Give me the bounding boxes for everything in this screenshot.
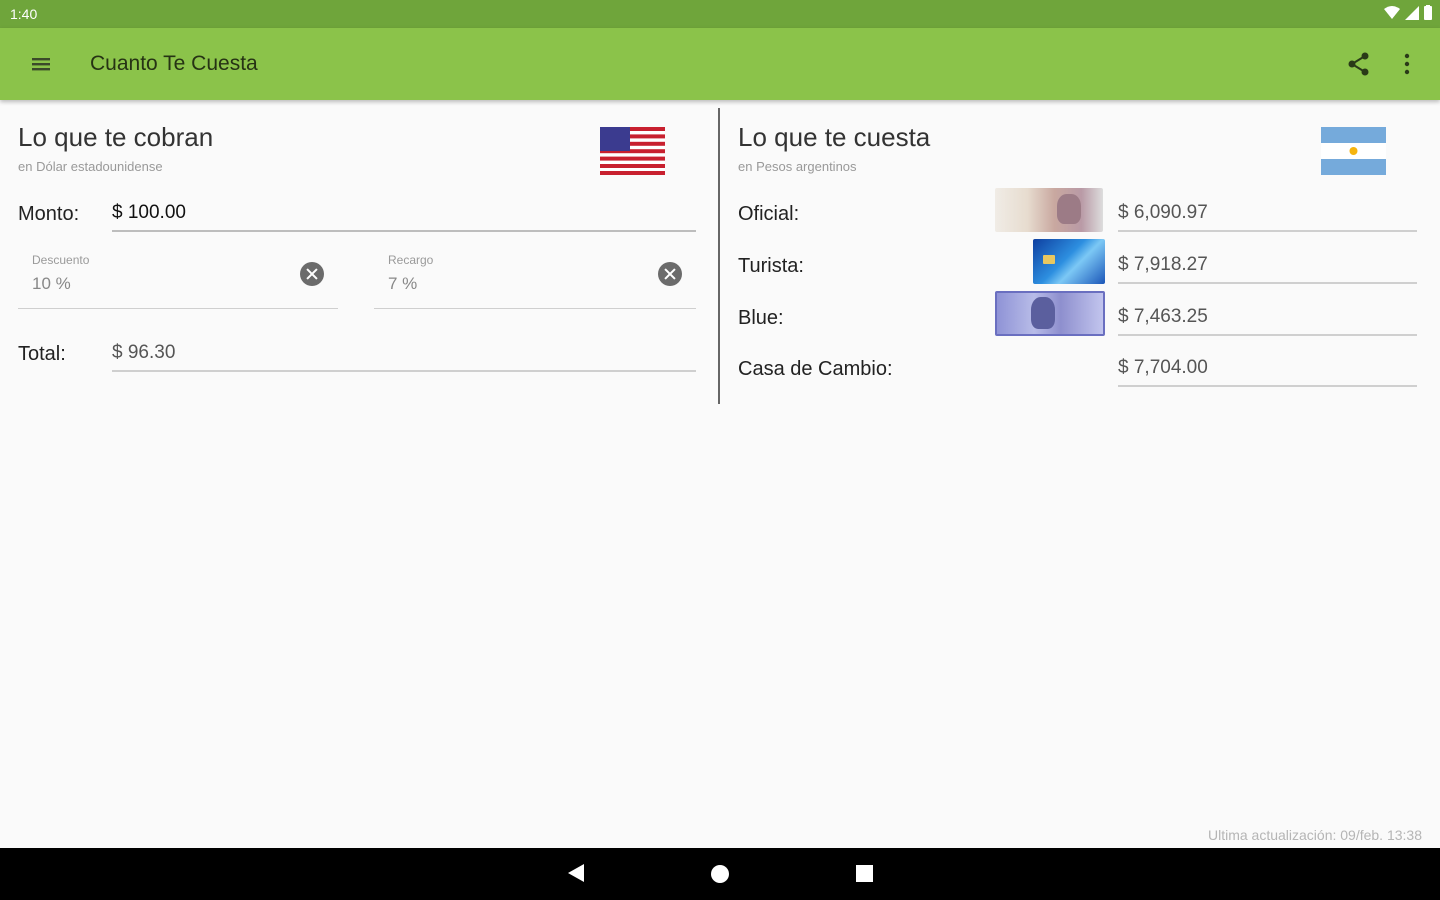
right-panel-subtitle: en Pesos argentinos <box>738 159 857 174</box>
back-icon[interactable] <box>566 862 586 884</box>
app-bar: Cuanto Te Cuesta <box>0 28 1440 100</box>
peso-banknote-icon <box>995 188 1103 232</box>
monto-label: Monto: <box>18 203 80 225</box>
monto-input[interactable]: $ 100.00 <box>112 196 696 232</box>
monto-value: $ 100.00 <box>112 202 186 223</box>
rate-field-blue: $ 7,463.25 <box>1118 300 1417 336</box>
descuento-label: Descuento <box>32 253 90 267</box>
panel-divider <box>718 108 720 404</box>
status-bar: 1:40 <box>0 0 1440 28</box>
total-value: $ 96.30 <box>112 342 176 363</box>
status-time: 1:40 <box>10 6 38 22</box>
descuento-value: 10 % <box>32 274 71 293</box>
rate-field-oficial: $ 6,090.97 <box>1118 196 1417 232</box>
rate-label-oficial: Oficial: <box>738 203 800 225</box>
descuento-clear-icon[interactable] <box>300 262 324 286</box>
rate-label-blue: Blue: <box>738 307 784 329</box>
total-field: $ 96.30 <box>112 336 696 372</box>
app-title: Cuanto Te Cuesta <box>90 52 258 75</box>
home-icon[interactable] <box>710 864 730 884</box>
wifi-icon <box>1384 5 1400 19</box>
rate-value-blue: $ 7,463.25 <box>1118 306 1208 327</box>
argentina-flag-icon <box>1321 127 1386 175</box>
rate-value-casa-de-cambio: $ 7,704.00 <box>1118 357 1208 378</box>
recargo-value: 7 % <box>388 274 418 293</box>
recargo-clear-icon[interactable] <box>658 262 682 286</box>
battery-icon <box>1424 5 1432 20</box>
rate-label-casa-de-cambio: Casa de Cambio: <box>738 358 893 380</box>
status-icons <box>1384 5 1432 20</box>
recargo-input[interactable]: 7 % <box>374 266 696 309</box>
navigation-bar <box>0 848 1440 900</box>
descuento-input[interactable]: 10 % <box>18 266 338 309</box>
rate-field-casa-de-cambio: $ 7,704.00 <box>1118 351 1417 387</box>
rate-value-oficial: $ 6,090.97 <box>1118 202 1208 223</box>
last-update-text: Ultima actualización: 09/feb. 13:38 <box>1207 827 1422 843</box>
rate-value-turista: $ 7,918.27 <box>1118 254 1208 275</box>
rate-field-turista: $ 7,918.27 <box>1118 248 1417 284</box>
share-icon[interactable] <box>1345 50 1373 78</box>
rate-label-turista: Turista: <box>738 255 804 277</box>
total-label: Total: <box>18 343 66 365</box>
more-options-icon[interactable] <box>1396 50 1418 78</box>
dollar-banknote-icon <box>995 291 1105 336</box>
credit-card-icon <box>1033 239 1105 284</box>
menu-icon[interactable] <box>28 52 54 76</box>
recents-icon[interactable] <box>855 864 874 883</box>
right-panel-title: Lo que te cuesta <box>738 122 931 152</box>
left-panel-title: Lo que te cobran <box>18 122 214 152</box>
signal-icon <box>1405 5 1419 20</box>
recargo-label: Recargo <box>388 253 434 267</box>
usa-flag-icon <box>600 127 665 175</box>
left-panel-subtitle: en Dólar estadounidense <box>18 159 163 174</box>
